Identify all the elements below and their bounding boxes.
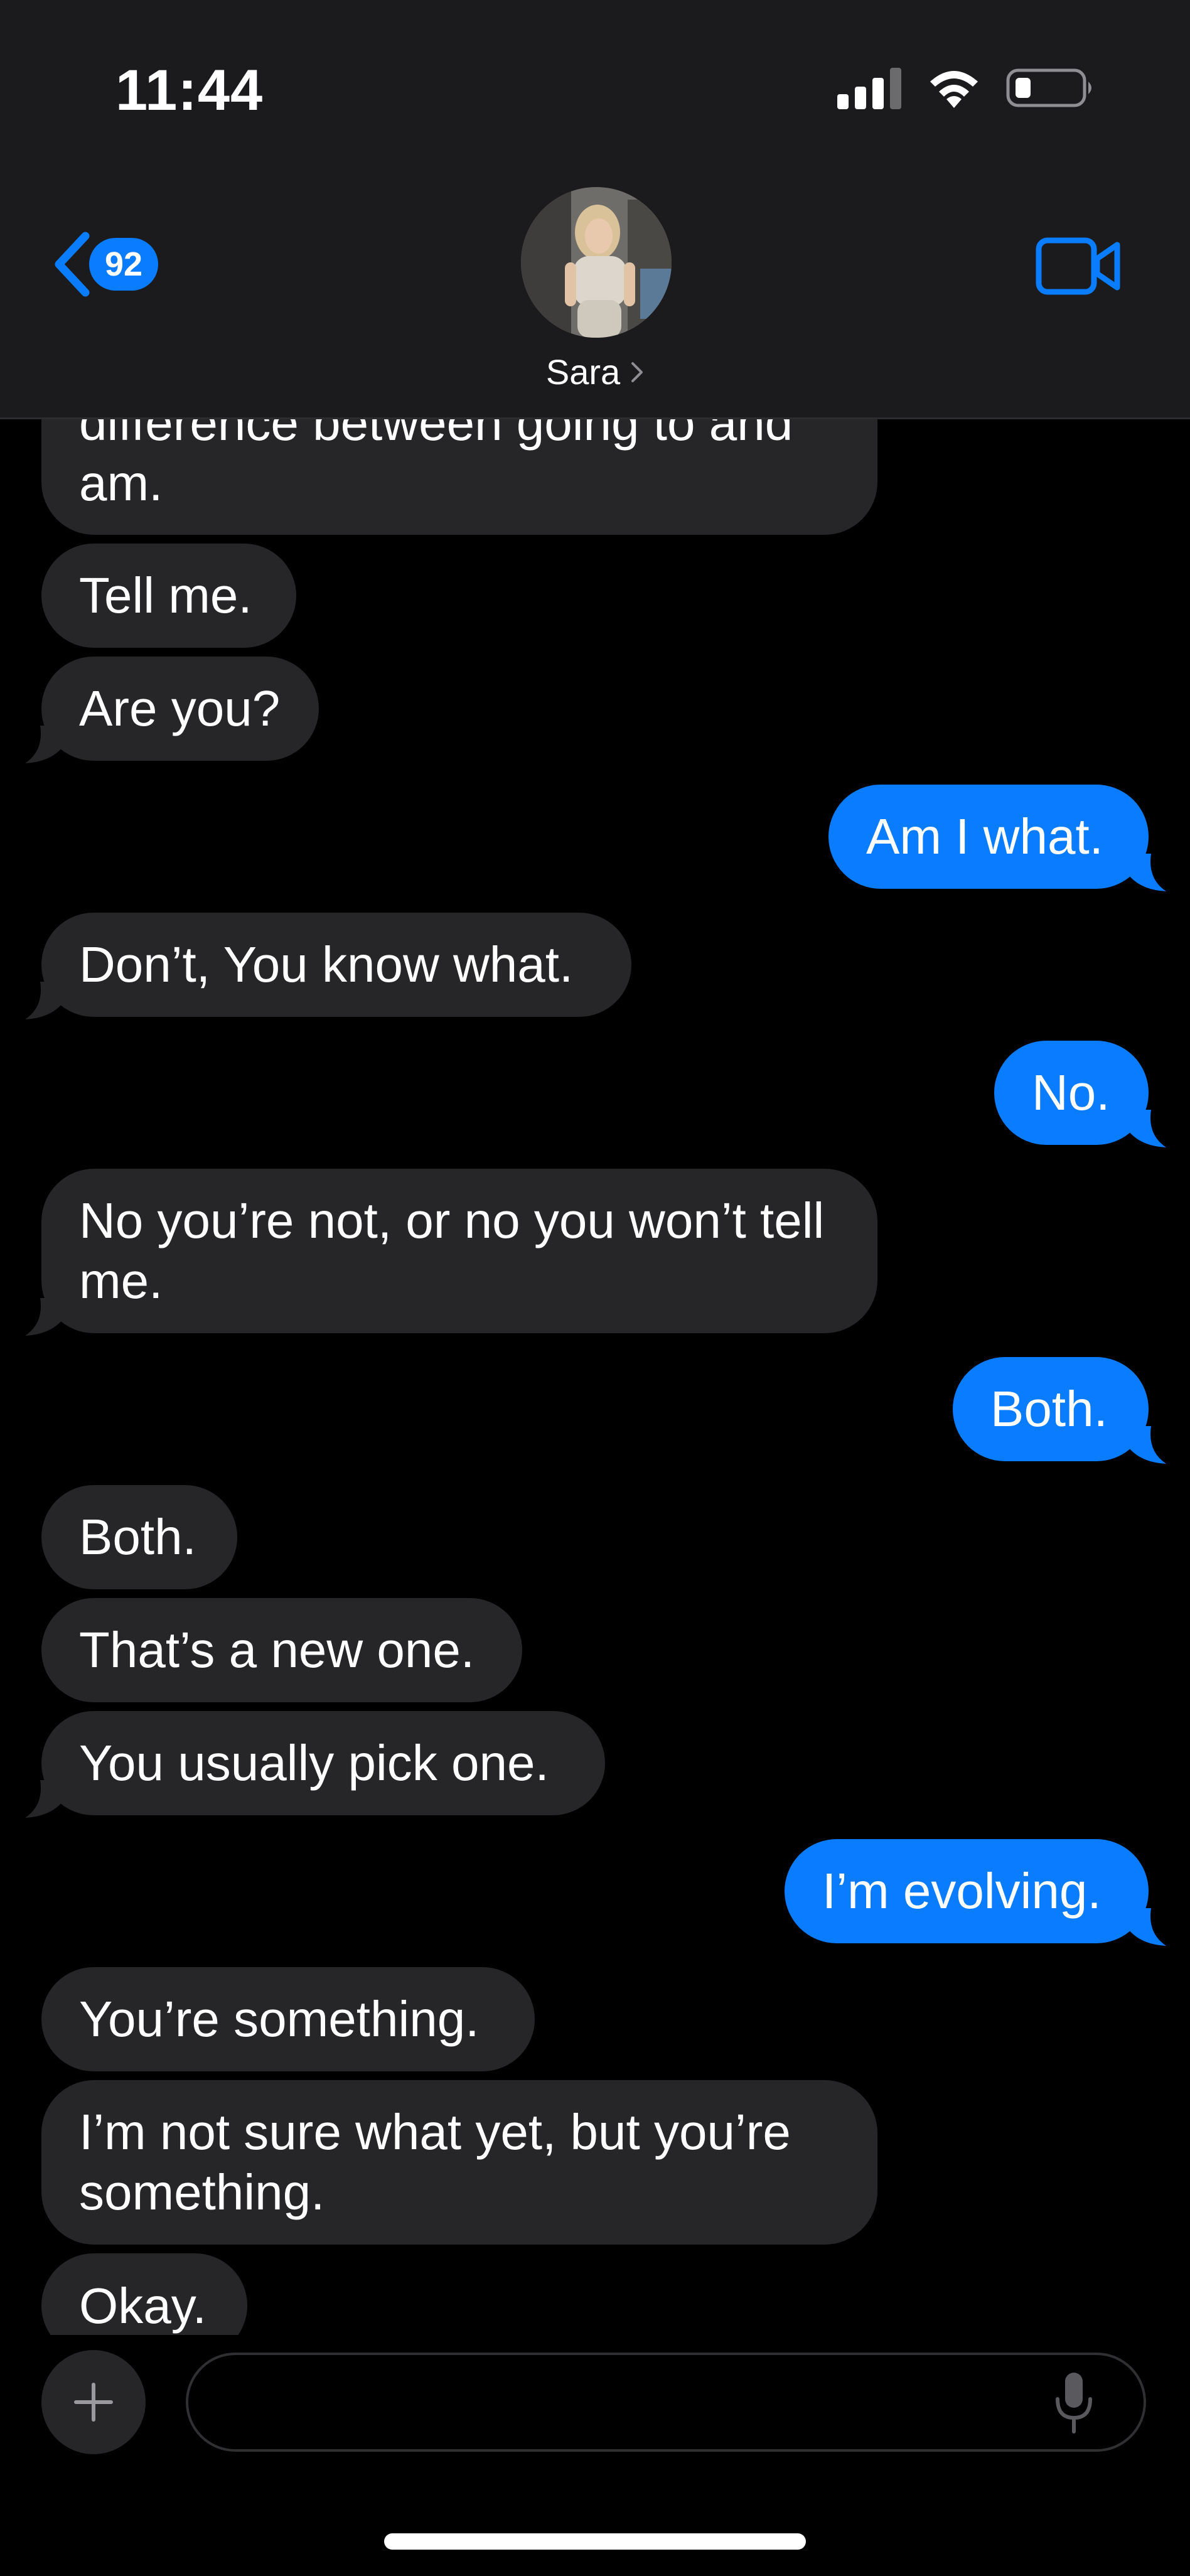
chevron-left-icon: [55, 232, 90, 297]
unread-count-badge: 92: [89, 238, 158, 291]
chevron-right-icon: [631, 362, 643, 382]
message-input[interactable]: [186, 2353, 1146, 2452]
bubble-tail: [1128, 1426, 1166, 1464]
facetime-video-button[interactable]: [1036, 237, 1121, 298]
cellular-signal-icon: [837, 68, 901, 109]
message-incoming[interactable]: Okay.: [41, 2253, 247, 2335]
message-text: Am I what.: [866, 808, 1103, 864]
message-incoming[interactable]: That’s a new one.: [41, 1598, 522, 1702]
message-text: Tell me.: [79, 567, 252, 623]
microphone-icon: [1056, 2373, 1092, 2434]
message-text: You usually pick one.: [79, 1735, 549, 1791]
avatar[interactable]: [521, 187, 672, 338]
message-text: Both.: [79, 1509, 196, 1565]
message-incoming[interactable]: No you’re not, or no you won’t tell me.: [41, 1169, 877, 1333]
message-text: Okay.: [79, 2278, 207, 2334]
bubble-tail: [25, 726, 63, 763]
home-indicator[interactable]: [384, 2533, 806, 2550]
message-text: No you’re not, or no you won’t tell me.: [79, 1193, 825, 1309]
message-text: Both.: [990, 1381, 1108, 1437]
message-outgoing[interactable]: Both.: [953, 1357, 1149, 1461]
bubble-tail: [25, 1298, 63, 1336]
message-outgoing[interactable]: I’m evolving.: [785, 1839, 1149, 1943]
bubble-tail: [1128, 854, 1166, 891]
contact-name: Sara: [545, 352, 621, 392]
message-outgoing[interactable]: Am I what.: [828, 785, 1149, 889]
message-incoming[interactable]: Tell me.: [41, 544, 296, 648]
message-text: Don’t, You know what.: [79, 936, 574, 992]
message-text: I’m not sure what yet, but you’re someth…: [79, 2104, 791, 2220]
apps-plus-button[interactable]: [41, 2350, 146, 2454]
message-incoming[interactable]: Are you?: [41, 657, 319, 761]
bubble-tail: [25, 982, 63, 1019]
message-incoming[interactable]: I’m not sure what yet, but you’re someth…: [41, 2080, 877, 2245]
bubble-tail: [25, 1780, 63, 1818]
status-icons: [837, 65, 1096, 109]
message-text: Are you?: [79, 680, 281, 736]
message-text: That’s a new one.: [79, 1622, 475, 1678]
battery-icon: [1006, 68, 1091, 107]
message-incoming[interactable]: Don’t, You know what.: [41, 913, 631, 1017]
contact-photo: [521, 187, 672, 338]
message-incoming[interactable]: You’re something.: [41, 1967, 535, 2071]
video-camera-icon: [1036, 237, 1120, 295]
message-text: No.: [1032, 1065, 1110, 1120]
bubble-tail: [1128, 1110, 1166, 1147]
status-time: 11:44: [115, 58, 264, 122]
message-incoming[interactable]: You usually pick one.: [41, 1711, 605, 1815]
message-incoming[interactable]: Both.: [41, 1485, 237, 1589]
back-button[interactable]: 92: [50, 230, 158, 299]
message-text: You’re something.: [79, 1991, 480, 2047]
plus-icon: [74, 2383, 113, 2422]
contact-name-button[interactable]: Sara: [0, 352, 1190, 392]
bubble-tail: [1128, 1908, 1166, 1946]
message-text: I’m evolving.: [822, 1863, 1102, 1919]
dictation-button[interactable]: [1054, 2371, 1093, 2437]
conversation-header: 11:44 92 Sara: [0, 0, 1190, 419]
wifi-icon: [930, 71, 978, 108]
